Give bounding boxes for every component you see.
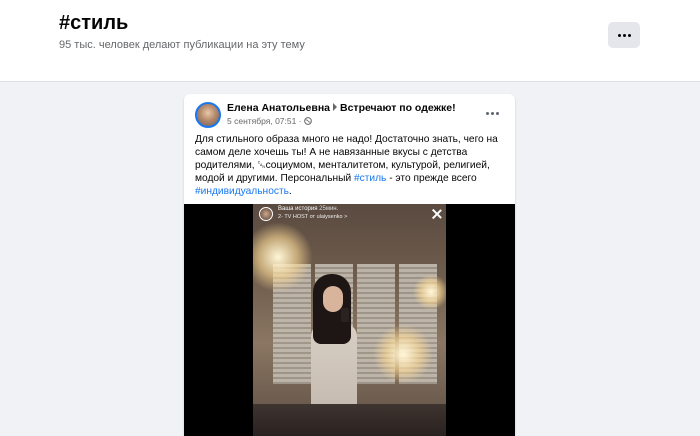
table-foreground bbox=[253, 404, 446, 436]
hashtag-title: #стиль bbox=[59, 12, 129, 34]
close-icon[interactable] bbox=[431, 208, 443, 220]
hashtag-subtitle: 95 тыс. человек делают публикации на эту… bbox=[59, 39, 305, 51]
post-text: Для стильного образа много не надо! Дост… bbox=[195, 134, 498, 197]
post-meta: 5 сентября, 07:51 · bbox=[227, 116, 312, 126]
group-name[interactable]: Встречают по одежке! bbox=[340, 102, 456, 114]
hashtag-header: #стиль 95 тыс. человек делают публикации… bbox=[0, 0, 700, 82]
hashtag-link-style[interactable]: #стиль bbox=[354, 173, 386, 184]
phone-in-hand bbox=[341, 308, 349, 322]
lamp-glow bbox=[373, 324, 433, 384]
story-avatar bbox=[259, 207, 273, 221]
person-face bbox=[323, 286, 343, 312]
story-title-line: Ваша история 25мин. bbox=[278, 206, 339, 212]
author-avatar[interactable] bbox=[195, 102, 221, 128]
post-author-line: Елена Анатольевна Встречают по одежке! bbox=[227, 102, 456, 114]
more-horizontal-icon bbox=[617, 33, 631, 37]
post-video[interactable]: Ваша история 25мин. 2- TV HOST от ulaiys… bbox=[184, 204, 515, 436]
author-name[interactable]: Елена Анатольевна bbox=[227, 102, 330, 114]
story-subtitle: 2- TV HOST от ulaiysenko > bbox=[278, 214, 348, 220]
more-horizontal-icon bbox=[485, 111, 499, 115]
post-options-button[interactable] bbox=[481, 106, 503, 120]
post-date[interactable]: 5 сентября, 07:51 bbox=[227, 116, 296, 126]
story-video-frame[interactable]: Ваша история 25мин. 2- TV HOST от ulaiys… bbox=[253, 204, 446, 436]
hashtag-link-individuality[interactable]: #индивидуальность bbox=[195, 186, 289, 197]
lamp-glow bbox=[413, 274, 446, 310]
globe-icon bbox=[303, 117, 312, 125]
story-header: Ваша история 25мин. 2- TV HOST от ulaiys… bbox=[259, 206, 419, 226]
hashtag-more-button[interactable] bbox=[608, 22, 640, 48]
date-separator: · bbox=[298, 116, 302, 126]
caret-right-icon bbox=[333, 103, 337, 111]
feed-post: Елена Анатольевна Встречают по одежке! 5 … bbox=[184, 94, 515, 436]
